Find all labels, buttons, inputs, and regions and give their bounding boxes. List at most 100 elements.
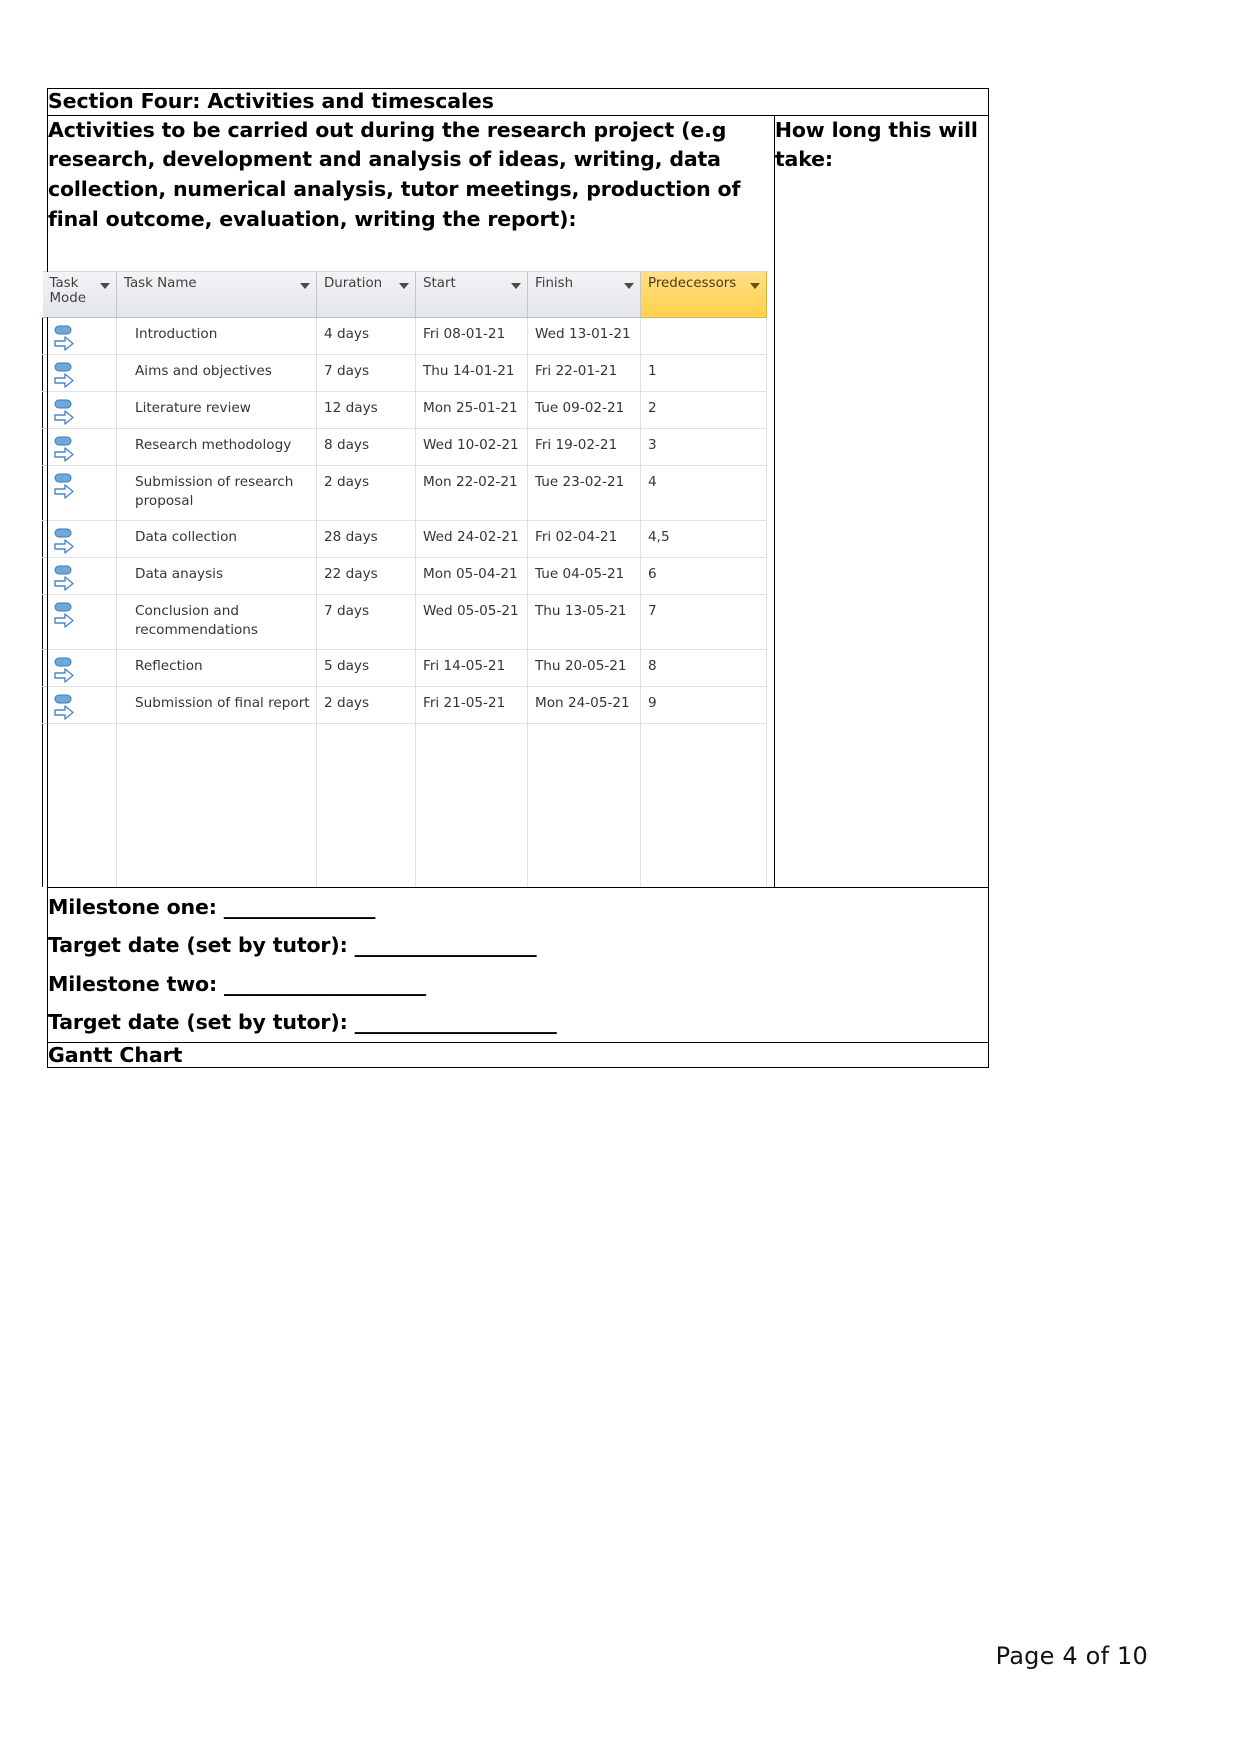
start-date-cell[interactable]: Mon 22-02-21: [415, 464, 528, 521]
task-name-cell[interactable]: Research methodology: [116, 427, 317, 466]
filter-dropdown-icon[interactable]: [399, 282, 409, 289]
predecessors-cell[interactable]: 2: [640, 390, 767, 429]
task-mode-cell[interactable]: [42, 556, 117, 595]
task-name-cell[interactable]: Submission of final report: [116, 685, 317, 724]
column-header-duration[interactable]: Duration: [316, 270, 416, 318]
filter-dropdown-icon[interactable]: [624, 282, 634, 289]
task-name-cell[interactable]: Data anaysis: [116, 556, 317, 595]
duration-cell[interactable]: 5 days: [316, 648, 416, 687]
empty-cell: [116, 722, 317, 887]
table-row[interactable]: Conclusion and recommendations 7 days Wed …: [42, 593, 767, 650]
finish-date-cell[interactable]: Fri 02-04-21: [527, 519, 641, 558]
task-name-cell[interactable]: Reflection: [116, 648, 317, 687]
start-date-cell[interactable]: Fri 08-01-21: [415, 316, 528, 355]
duration-cell[interactable]: 4 days: [316, 316, 416, 355]
duration-cell[interactable]: 2 days: [316, 464, 416, 521]
table-row[interactable]: Submission of final report 2 days Fri 21-0…: [42, 685, 767, 724]
milestone-two-line[interactable]: Milestone two: ____________________: [48, 965, 988, 1004]
table-row[interactable]: Research methodology 8 days Wed 10-02-21 Fr…: [42, 427, 767, 466]
finish-date-cell[interactable]: Thu 20-05-21: [527, 648, 641, 687]
table-row[interactable]: Literature review 12 days Mon 25-01-21 Tue …: [42, 390, 767, 429]
duration-cell[interactable]: 8 days: [316, 427, 416, 466]
filter-dropdown-icon[interactable]: [300, 282, 310, 289]
start-date-cell[interactable]: Mon 25-01-21: [415, 390, 528, 429]
task-mode-cell[interactable]: [42, 427, 117, 466]
start-date-cell[interactable]: Thu 14-01-21: [415, 353, 528, 392]
filter-dropdown-icon[interactable]: [100, 282, 110, 289]
table-row[interactable]: Data collection 28 days Wed 24-02-21 Fri 02…: [42, 519, 767, 558]
column-header-start[interactable]: Start: [415, 270, 528, 318]
milestone-one-target-date-line[interactable]: Target date (set by tutor): ____________…: [48, 926, 988, 965]
predecessors-cell[interactable]: 4,5: [640, 519, 767, 558]
predecessors-cell[interactable]: 6: [640, 556, 767, 595]
task-mode-cell[interactable]: [42, 464, 117, 521]
column-header-finish[interactable]: Finish: [527, 270, 641, 318]
predecessors-cell[interactable]: 7: [640, 593, 767, 650]
column-header-label: Task Mode: [49, 275, 86, 307]
task-name-cell[interactable]: Introduction: [116, 316, 317, 355]
document-page: Section Four: Activities and timescales …: [0, 0, 1241, 1754]
start-date-cell[interactable]: Wed 24-02-21: [415, 519, 528, 558]
start-date-cell[interactable]: Fri 14-05-21: [415, 648, 528, 687]
empty-cell: [316, 722, 416, 887]
table-row[interactable]: Aims and objectives 7 days Thu 14-01-21 Fri…: [42, 353, 767, 392]
milestone-two-target-date-line[interactable]: Target date (set by tutor): ____________…: [48, 1003, 988, 1042]
task-grid-body: Introduction 4 days Fri 08-01-21 Wed 13-01-…: [42, 316, 767, 887]
start-date-cell[interactable]: Wed 05-05-21: [415, 593, 528, 650]
milestone-one-line[interactable]: Milestone one: _______________: [48, 888, 988, 927]
duration-cell[interactable]: 22 days: [316, 556, 416, 595]
task-name-cell[interactable]: Submission of research proposal: [116, 464, 317, 521]
activities-row: Activities to be carried out during the …: [42, 114, 990, 888]
manual-task-mode-icon: [53, 435, 116, 465]
task-mode-cell[interactable]: [42, 593, 117, 650]
duration-cell[interactable]: 28 days: [316, 519, 416, 558]
gantt-chart-title: Gantt Chart: [48, 1042, 183, 1067]
finish-date-cell[interactable]: Fri 22-01-21: [527, 353, 641, 392]
task-mode-cell[interactable]: [42, 685, 117, 724]
task-name-cell[interactable]: Literature review: [116, 390, 317, 429]
empty-cell: [640, 722, 767, 887]
ms-project-task-grid: Task Mode Task Name Duration Start Finis…: [42, 270, 767, 887]
table-row[interactable]: Reflection 5 days Fri 14-05-21 Thu 20-05-21…: [42, 648, 767, 687]
task-mode-cell[interactable]: [42, 390, 117, 429]
duration-cell[interactable]: 2 days: [316, 685, 416, 724]
activities-cell: Activities to be carried out during the …: [42, 114, 775, 888]
task-mode-cell[interactable]: [42, 519, 117, 558]
start-date-cell[interactable]: Wed 10-02-21: [415, 427, 528, 466]
duration-cell[interactable]: 7 days: [316, 353, 416, 392]
finish-date-cell[interactable]: Thu 13-05-21: [527, 593, 641, 650]
predecessors-cell[interactable]: 3: [640, 427, 767, 466]
table-row[interactable]: Submission of research proposal 2 days Mon…: [42, 464, 767, 521]
finish-date-cell[interactable]: Tue 04-05-21: [527, 556, 641, 595]
task-mode-cell[interactable]: [42, 648, 117, 687]
finish-date-cell[interactable]: Tue 09-02-21: [527, 390, 641, 429]
duration-cell[interactable]: 12 days: [316, 390, 416, 429]
predecessors-cell[interactable]: [640, 316, 767, 355]
task-mode-cell[interactable]: [42, 353, 117, 392]
filter-dropdown-icon[interactable]: [750, 282, 760, 289]
task-mode-cell[interactable]: [42, 316, 117, 355]
table-row[interactable]: Introduction 4 days Fri 08-01-21 Wed 13-01-…: [42, 316, 767, 355]
gantt-chart-cell: Gantt Chart: [47, 1041, 989, 1068]
task-name-cell[interactable]: Aims and objectives: [116, 353, 317, 392]
duration-cell[interactable]: 7 days: [316, 593, 416, 650]
finish-date-cell[interactable]: Fri 19-02-21: [527, 427, 641, 466]
start-date-cell[interactable]: Fri 21-05-21: [415, 685, 528, 724]
manual-task-mode-icon: [53, 601, 116, 631]
finish-date-cell[interactable]: Tue 23-02-21: [527, 464, 641, 521]
filter-dropdown-icon[interactable]: [511, 282, 521, 289]
column-header-task-name[interactable]: Task Name: [116, 270, 317, 318]
task-name-cell[interactable]: Conclusion and recommendations: [116, 593, 317, 650]
finish-date-cell[interactable]: Wed 13-01-21: [527, 316, 641, 355]
finish-date-cell[interactable]: Mon 24-05-21: [527, 685, 641, 724]
predecessors-cell[interactable]: 9: [640, 685, 767, 724]
predecessors-cell[interactable]: 4: [640, 464, 767, 521]
predecessors-cell[interactable]: 1: [640, 353, 767, 392]
table-row[interactable]: Data anaysis 22 days Mon 05-04-21 Tue 04-05…: [42, 556, 767, 595]
start-date-cell[interactable]: Mon 05-04-21: [415, 556, 528, 595]
task-name-cell[interactable]: Data collection: [116, 519, 317, 558]
activities-heading: Activities to be carried out during the …: [48, 117, 741, 231]
column-header-predecessors[interactable]: Predecessors: [640, 270, 767, 318]
column-header-task-mode[interactable]: Task Mode: [42, 270, 117, 318]
predecessors-cell[interactable]: 8: [640, 648, 767, 687]
